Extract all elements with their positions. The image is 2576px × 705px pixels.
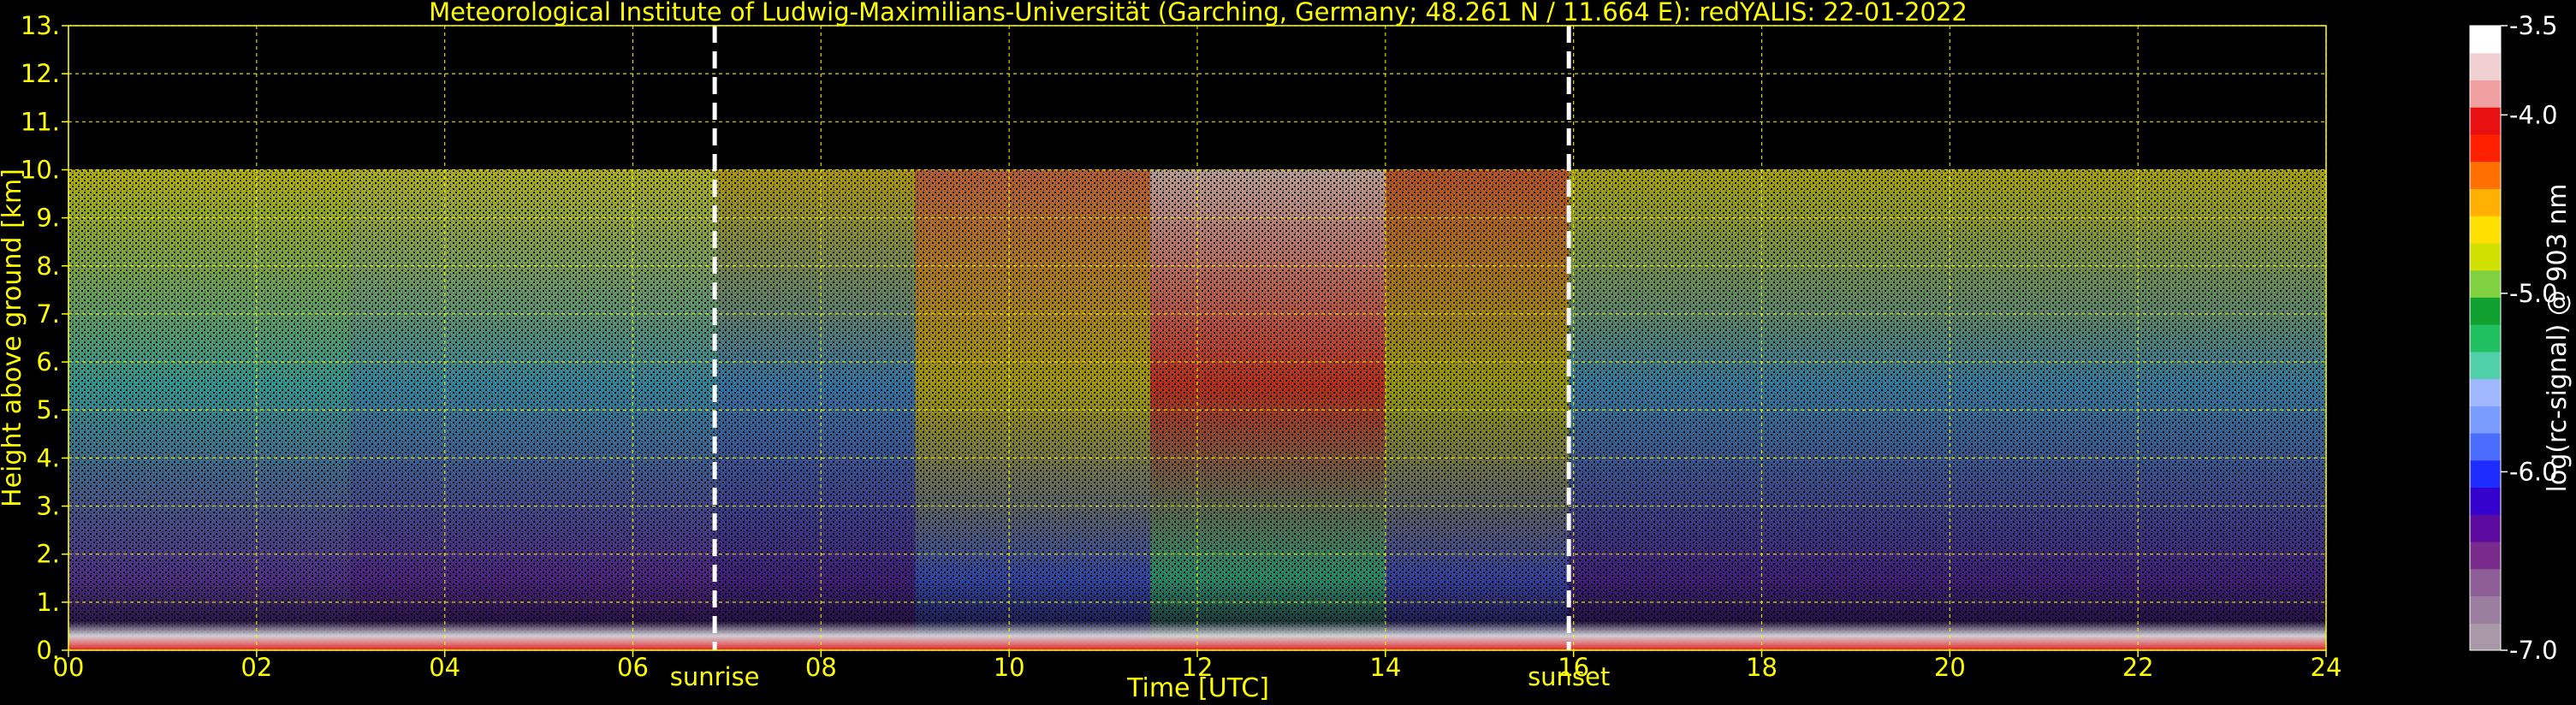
- y-tick-label: 8.: [36, 252, 60, 281]
- plot-area: sunrise sunset: [68, 25, 2327, 691]
- y-tick-label: 7.: [36, 299, 60, 329]
- colorbar-swatch: [2470, 514, 2501, 542]
- x-tick-label: 04: [429, 653, 460, 682]
- colorbar-swatch: [2470, 26, 2501, 54]
- colorbar-tick-label: -3.5: [2509, 11, 2558, 40]
- colorbar-tick-label: -7.0: [2509, 636, 2558, 665]
- colorbar-swatch: [2470, 595, 2501, 624]
- colorbar-swatch: [2470, 459, 2501, 489]
- colorbar-swatch: [2470, 216, 2501, 244]
- y-tick-label: 5.: [36, 395, 60, 424]
- sunrise-label: sunrise: [670, 662, 760, 691]
- y-tick-label: 12.: [21, 59, 60, 88]
- colorbar-label: log(rc-signal) @ 903 nm: [2543, 184, 2573, 493]
- x-tick-label: 06: [617, 653, 649, 682]
- y-tick-label: 11.: [21, 107, 60, 136]
- colorbar-swatch: [2470, 568, 2501, 597]
- colorbar-swatch: [2470, 188, 2501, 216]
- colorbar-swatch: [2470, 542, 2501, 570]
- x-tick-label: 10: [994, 653, 1025, 682]
- colorbar-swatch: [2470, 433, 2501, 461]
- colorbar-swatch: [2470, 623, 2501, 651]
- x-tick-label: 16: [1558, 653, 1589, 682]
- colorbar-swatches: [2470, 26, 2501, 651]
- y-tick-label: 4.: [36, 443, 60, 472]
- y-tick-label: 3.: [36, 492, 60, 521]
- colorbar-swatch: [2470, 107, 2501, 135]
- colorbar-swatch: [2470, 487, 2501, 515]
- colorbar-swatch: [2470, 406, 2501, 434]
- x-tick-label: 18: [1746, 653, 1778, 682]
- x-tick-label: 24: [2311, 653, 2342, 682]
- y-tick-label: 13.: [21, 11, 60, 40]
- x-tick-label: 14: [1369, 653, 1401, 682]
- colorbar-swatch: [2470, 297, 2501, 325]
- chart-title: Meteorological Institute of Ludwig-Maxim…: [429, 0, 1968, 27]
- colorbar-swatch: [2470, 80, 2501, 108]
- y-tick-label: 2.: [36, 540, 60, 569]
- y-axis-label: Height above ground [km]: [0, 169, 27, 507]
- colorbar-swatch: [2470, 378, 2501, 406]
- y-tick-label: 1.: [36, 588, 60, 617]
- x-tick-label: 20: [1934, 653, 1966, 682]
- x-tick-label: 08: [805, 653, 837, 682]
- colorbar-swatch: [2470, 161, 2501, 189]
- x-tick-label: 22: [2122, 653, 2154, 682]
- colorbar-swatch: [2470, 351, 2501, 380]
- colorbar-swatch: [2470, 270, 2501, 298]
- colorbar-swatch: [2470, 133, 2501, 163]
- lidar-backscatter-figure: Meteorological Institute of Ludwig-Maxim…: [0, 0, 2576, 705]
- x-tick-label: 02: [240, 653, 272, 682]
- colorbar-tick-label: -4.0: [2509, 100, 2558, 129]
- y-tick-label: 9.: [36, 204, 60, 233]
- colorbar-swatch: [2470, 242, 2501, 271]
- x-axis-label: Time [UTC]: [1126, 673, 1269, 703]
- x-tick-label: 00: [53, 653, 85, 682]
- y-tick-label: 6.: [36, 347, 60, 376]
- colorbar-swatch: [2470, 52, 2501, 80]
- colorbar-swatch: [2470, 324, 2501, 352]
